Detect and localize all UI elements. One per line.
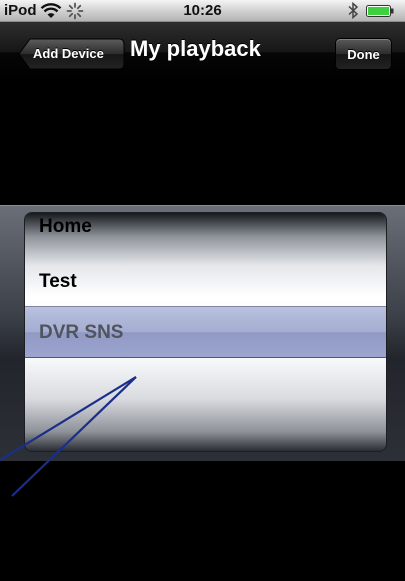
picker-row-home[interactable]: Home	[39, 216, 92, 238]
status-time: 10:26	[183, 2, 222, 19]
navigation-bar: Add Device My playback Done	[0, 22, 405, 83]
page-title: My playback	[130, 36, 261, 61]
bluetooth-icon	[348, 2, 359, 19]
status-bar: iPod 10:26	[0, 0, 405, 22]
add-device-button[interactable]: Add Device	[18, 38, 125, 70]
annotation-arrow	[0, 376, 137, 497]
picker-row-test[interactable]: Test	[39, 271, 77, 293]
picker-row-selected[interactable]: DVR SNS	[39, 322, 123, 344]
add-device-label: Add Device	[33, 46, 104, 61]
battery-icon	[366, 5, 394, 17]
done-button[interactable]: Done	[335, 38, 392, 70]
